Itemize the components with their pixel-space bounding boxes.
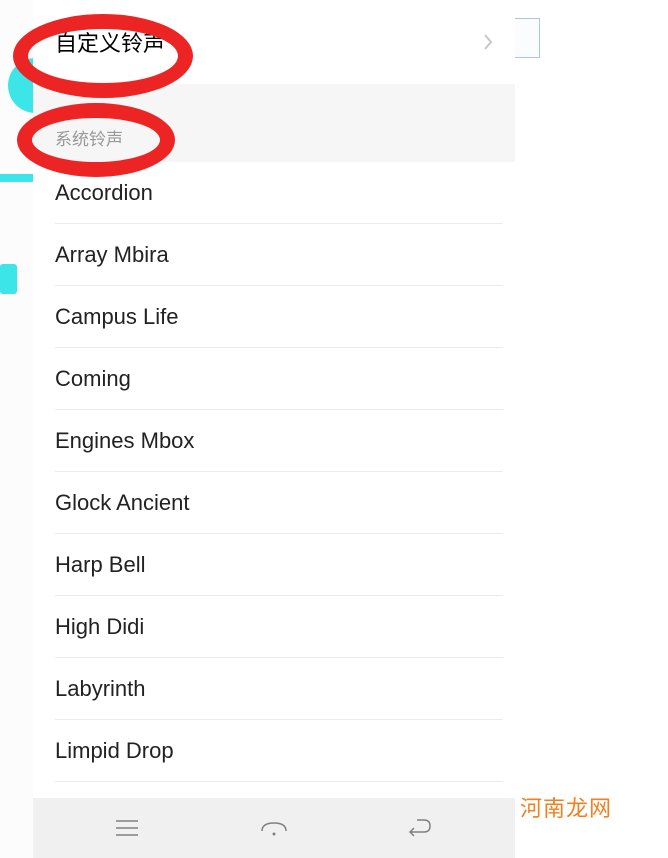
ringtone-label: Glock Ancient bbox=[55, 490, 190, 516]
ringtone-item[interactable]: Coming bbox=[33, 348, 515, 410]
ringtone-label: Harp Bell bbox=[55, 552, 145, 578]
ringtone-item[interactable]: Accordion bbox=[33, 162, 515, 224]
section-header-system-ringtones: 系统铃声 bbox=[33, 84, 515, 162]
ringtone-label: High Didi bbox=[55, 614, 144, 640]
custom-ringtone-label: 自定义铃声 bbox=[55, 26, 483, 58]
menu-icon[interactable] bbox=[107, 808, 147, 848]
ringtone-label: Coming bbox=[55, 366, 131, 392]
ringtone-item[interactable]: Array Mbira bbox=[33, 224, 515, 286]
bottom-navigation-bar bbox=[33, 798, 515, 858]
chevron-right-icon bbox=[483, 33, 493, 51]
ringtone-item[interactable]: Harp Bell bbox=[33, 534, 515, 596]
content-panel: 自定义铃声 系统铃声 Accordion Array Mbira Campus … bbox=[33, 0, 515, 858]
ringtone-item[interactable]: Campus Life bbox=[33, 286, 515, 348]
section-header-label: 系统铃声 bbox=[55, 125, 123, 150]
ringtone-item[interactable]: High Didi bbox=[33, 596, 515, 658]
custom-ringtone-row[interactable]: 自定义铃声 bbox=[33, 0, 515, 84]
ringtone-label: Array Mbira bbox=[55, 242, 169, 268]
ringtone-item[interactable]: Glock Ancient bbox=[33, 472, 515, 534]
page-container: 自定义铃声 系统铃声 Accordion Array Mbira Campus … bbox=[0, 0, 515, 858]
watermark: 河南龙网 bbox=[520, 791, 612, 823]
ringtone-item[interactable]: Labyrinth bbox=[33, 658, 515, 720]
back-icon[interactable] bbox=[401, 808, 441, 848]
ringtone-item[interactable]: Limpid Drop bbox=[33, 720, 515, 782]
home-icon[interactable] bbox=[254, 808, 294, 848]
ringtone-list: Accordion Array Mbira Campus Life Coming… bbox=[33, 162, 515, 844]
ringtone-item[interactable]: Engines Mbox bbox=[33, 410, 515, 472]
ringtone-label: Labyrinth bbox=[55, 676, 146, 702]
ringtone-label: Limpid Drop bbox=[55, 738, 174, 764]
ringtone-label: Engines Mbox bbox=[55, 428, 194, 454]
annotation-highlight-stroke bbox=[0, 264, 17, 294]
ringtone-label: Campus Life bbox=[55, 304, 179, 330]
ringtone-label: Accordion bbox=[55, 180, 153, 206]
